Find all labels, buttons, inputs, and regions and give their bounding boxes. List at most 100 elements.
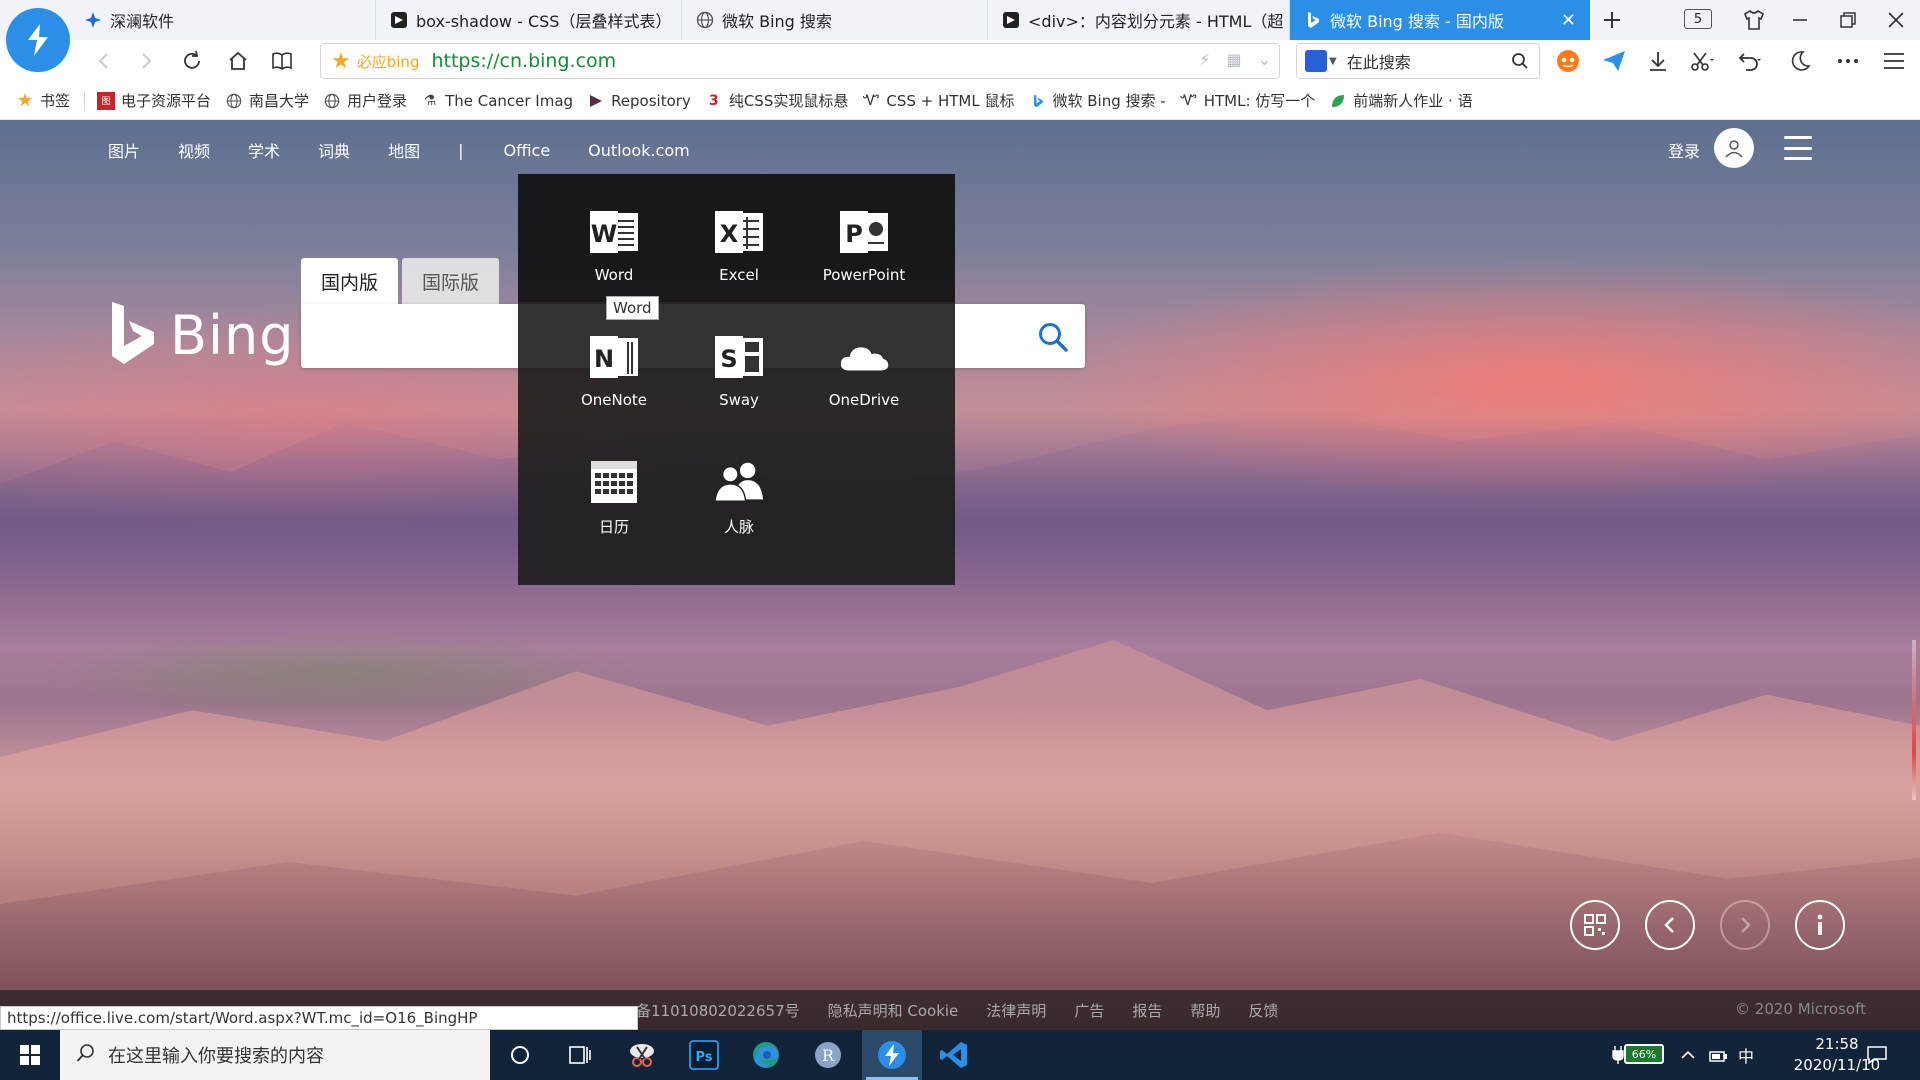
snipping-tool-icon[interactable] xyxy=(612,1030,672,1080)
tab-count-badge[interactable]: 5 xyxy=(1684,9,1712,29)
avatar[interactable] xyxy=(1714,128,1754,168)
browser-logo-icon[interactable] xyxy=(6,8,70,72)
previous-image-button[interactable] xyxy=(1645,900,1695,950)
back-button[interactable] xyxy=(86,44,122,78)
office-app-calendar[interactable]: 日历 xyxy=(559,456,669,537)
close-window-button[interactable] xyxy=(1874,0,1918,40)
footer-legal-link[interactable]: 法律声明 xyxy=(986,1000,1046,1021)
bookmark-item[interactable]: 前端新人作业 · 语 xyxy=(1329,90,1473,111)
new-tab-button[interactable] xyxy=(1590,0,1634,40)
engine-dropdown-icon[interactable]: ▼ xyxy=(1329,56,1337,67)
bookmark-item[interactable]: 3 纯CSS实现鼠标悬 xyxy=(705,90,849,111)
footer-feedback-link[interactable]: 反馈 xyxy=(1248,1000,1278,1021)
restore-button[interactable] xyxy=(1826,0,1870,40)
screenshot-scissors-icon[interactable] xyxy=(1684,44,1720,78)
bookmark-item[interactable]: Ꮙ HTML: 仿写一个 xyxy=(1180,90,1315,111)
tab-div-html[interactable]: <div>：内容划分元素 - HTML（超 xyxy=(988,0,1290,40)
qr-download-icon[interactable] xyxy=(1570,900,1620,950)
photoshop-icon[interactable]: Ps xyxy=(674,1030,734,1080)
ime-indicator[interactable]: 中 xyxy=(1738,1030,1754,1080)
chevron-up-icon[interactable] xyxy=(1680,1030,1696,1080)
windows-start-icon[interactable] xyxy=(0,1030,60,1080)
favorite-star-icon[interactable]: ★ xyxy=(331,49,351,74)
network-icon[interactable] xyxy=(1708,1030,1730,1080)
extension-face-icon[interactable] xyxy=(1550,44,1586,78)
tab-box-shadow[interactable]: box-shadow - CSS（层叠样式表） xyxy=(376,0,682,40)
footer-privacy-link[interactable]: 隐私声明和 Cookie xyxy=(828,1000,959,1021)
nav-outlook[interactable]: Outlook.com xyxy=(588,141,690,160)
refresh-button[interactable] xyxy=(174,44,210,78)
taskbar-search-box[interactable]: 在这里输入你要搜索的内容 xyxy=(60,1030,490,1080)
browser-taskbar-icon[interactable] xyxy=(862,1030,922,1080)
forward-button[interactable] xyxy=(128,44,164,78)
bing-logo[interactable]: Bing xyxy=(110,302,295,368)
bookmark-item[interactable]: 图 电子资源平台 xyxy=(97,90,211,111)
menu-icon[interactable] xyxy=(1876,44,1912,78)
baidu-paw-icon[interactable]: 🐾 xyxy=(1305,50,1327,72)
office-app-people[interactable]: 人脉 xyxy=(684,456,794,537)
footer-report-link[interactable]: 报告 xyxy=(1132,1000,1162,1021)
footer-help-link[interactable]: 帮助 xyxy=(1190,1000,1220,1021)
sign-in-link[interactable]: 登录 xyxy=(1668,138,1700,162)
tab-domestic[interactable]: 国内版 xyxy=(301,258,399,304)
more-options-icon[interactable] xyxy=(1830,44,1866,78)
skin-shirt-icon[interactable] xyxy=(1732,0,1776,40)
search-placeholder[interactable]: 在此搜索 xyxy=(1347,49,1411,73)
nav-maps[interactable]: 地图 xyxy=(388,138,420,162)
nav-dictionary[interactable]: 词典 xyxy=(318,138,350,162)
next-image-button[interactable] xyxy=(1720,900,1770,950)
bing-top-nav: 图片 视频 学术 词典 地图 | Office Outlook.com xyxy=(108,138,728,162)
home-button[interactable] xyxy=(220,44,256,78)
r-language-icon[interactable]: R xyxy=(798,1030,858,1080)
task-view-icon[interactable] xyxy=(550,1030,610,1080)
send-plane-icon[interactable] xyxy=(1596,44,1632,78)
search-icon[interactable] xyxy=(1033,317,1073,357)
minimize-button[interactable] xyxy=(1778,0,1822,40)
office-app-onenote[interactable]: N OneNote xyxy=(559,331,669,409)
tab-shenlan[interactable]: 深澜软件 xyxy=(70,0,376,40)
address-bar[interactable]: ★ 必应bing https://cn.bing.com ⚡ ▦ ⌄ xyxy=(320,43,1280,79)
hamburger-menu-icon[interactable] xyxy=(1784,136,1812,160)
vscode-icon[interactable] xyxy=(924,1030,984,1080)
browser-search-box[interactable]: 🐾 ▼ 在此搜索 xyxy=(1296,43,1540,79)
cortana-icon[interactable] xyxy=(490,1030,550,1080)
footer-icp-link[interactable]: 备11010802022657号 xyxy=(636,1000,800,1021)
reading-mode-icon[interactable] xyxy=(264,44,300,78)
bookmark-item[interactable]: Ꮙ CSS + HTML 鼠标 xyxy=(862,90,1015,111)
bookmark-folder[interactable]: ★ 书签 xyxy=(16,90,70,111)
bookmark-item[interactable]: ⚗ The Cancer Imag xyxy=(421,92,573,110)
undo-close-icon[interactable] xyxy=(1732,44,1768,78)
qr-code-icon[interactable]: ▦ xyxy=(1226,50,1241,69)
url-text[interactable]: https://cn.bing.com xyxy=(431,50,616,72)
close-tab-icon[interactable]: ✕ xyxy=(1561,10,1576,31)
office-app-powerpoint[interactable]: P PowerPoint xyxy=(809,206,919,284)
bookmark-item[interactable]: 南昌大学 xyxy=(225,90,309,111)
search-icon[interactable] xyxy=(1511,52,1529,74)
edge-browser-icon[interactable] xyxy=(736,1030,796,1080)
bookmark-item[interactable]: Repository xyxy=(587,92,691,110)
download-icon[interactable] xyxy=(1640,44,1676,78)
tab-bing-search[interactable]: 微软 Bing 搜索 xyxy=(682,0,988,40)
office-app-excel[interactable]: X Excel xyxy=(684,206,794,284)
office-app-sway[interactable]: S Sway xyxy=(684,331,794,409)
office-app-word[interactable]: W Word xyxy=(559,206,669,284)
chevron-down-icon[interactable]: ⌄ xyxy=(1258,50,1271,69)
tab-bing-cn[interactable]: 微软 Bing 搜索 - 国内版 ✕ xyxy=(1290,0,1590,40)
scrollbar[interactable] xyxy=(1912,640,1916,800)
bookmark-item[interactable]: 微软 Bing 搜索 - xyxy=(1029,90,1166,111)
footer-ads-link[interactable]: 广告 xyxy=(1074,1000,1104,1021)
bookmark-label: 纯CSS实现鼠标悬 xyxy=(728,92,849,110)
office-app-onedrive[interactable]: OneDrive xyxy=(809,331,919,409)
notifications-icon[interactable] xyxy=(1866,1030,1888,1080)
bookmark-item[interactable]: 用户登录 xyxy=(323,90,407,111)
image-info-icon[interactable] xyxy=(1795,900,1845,950)
nav-videos[interactable]: 视频 xyxy=(178,138,210,162)
nav-office[interactable]: Office xyxy=(503,141,550,160)
battery-indicator[interactable]: 66% xyxy=(1624,1044,1664,1064)
nav-images[interactable]: 图片 xyxy=(108,138,140,162)
tab-international[interactable]: 国际版 xyxy=(402,258,500,304)
nav-academic[interactable]: 学术 xyxy=(248,138,280,162)
night-mode-icon[interactable] xyxy=(1782,44,1818,78)
power-plug-icon[interactable] xyxy=(1612,1030,1624,1080)
lightning-icon[interactable]: ⚡ xyxy=(1199,50,1210,69)
